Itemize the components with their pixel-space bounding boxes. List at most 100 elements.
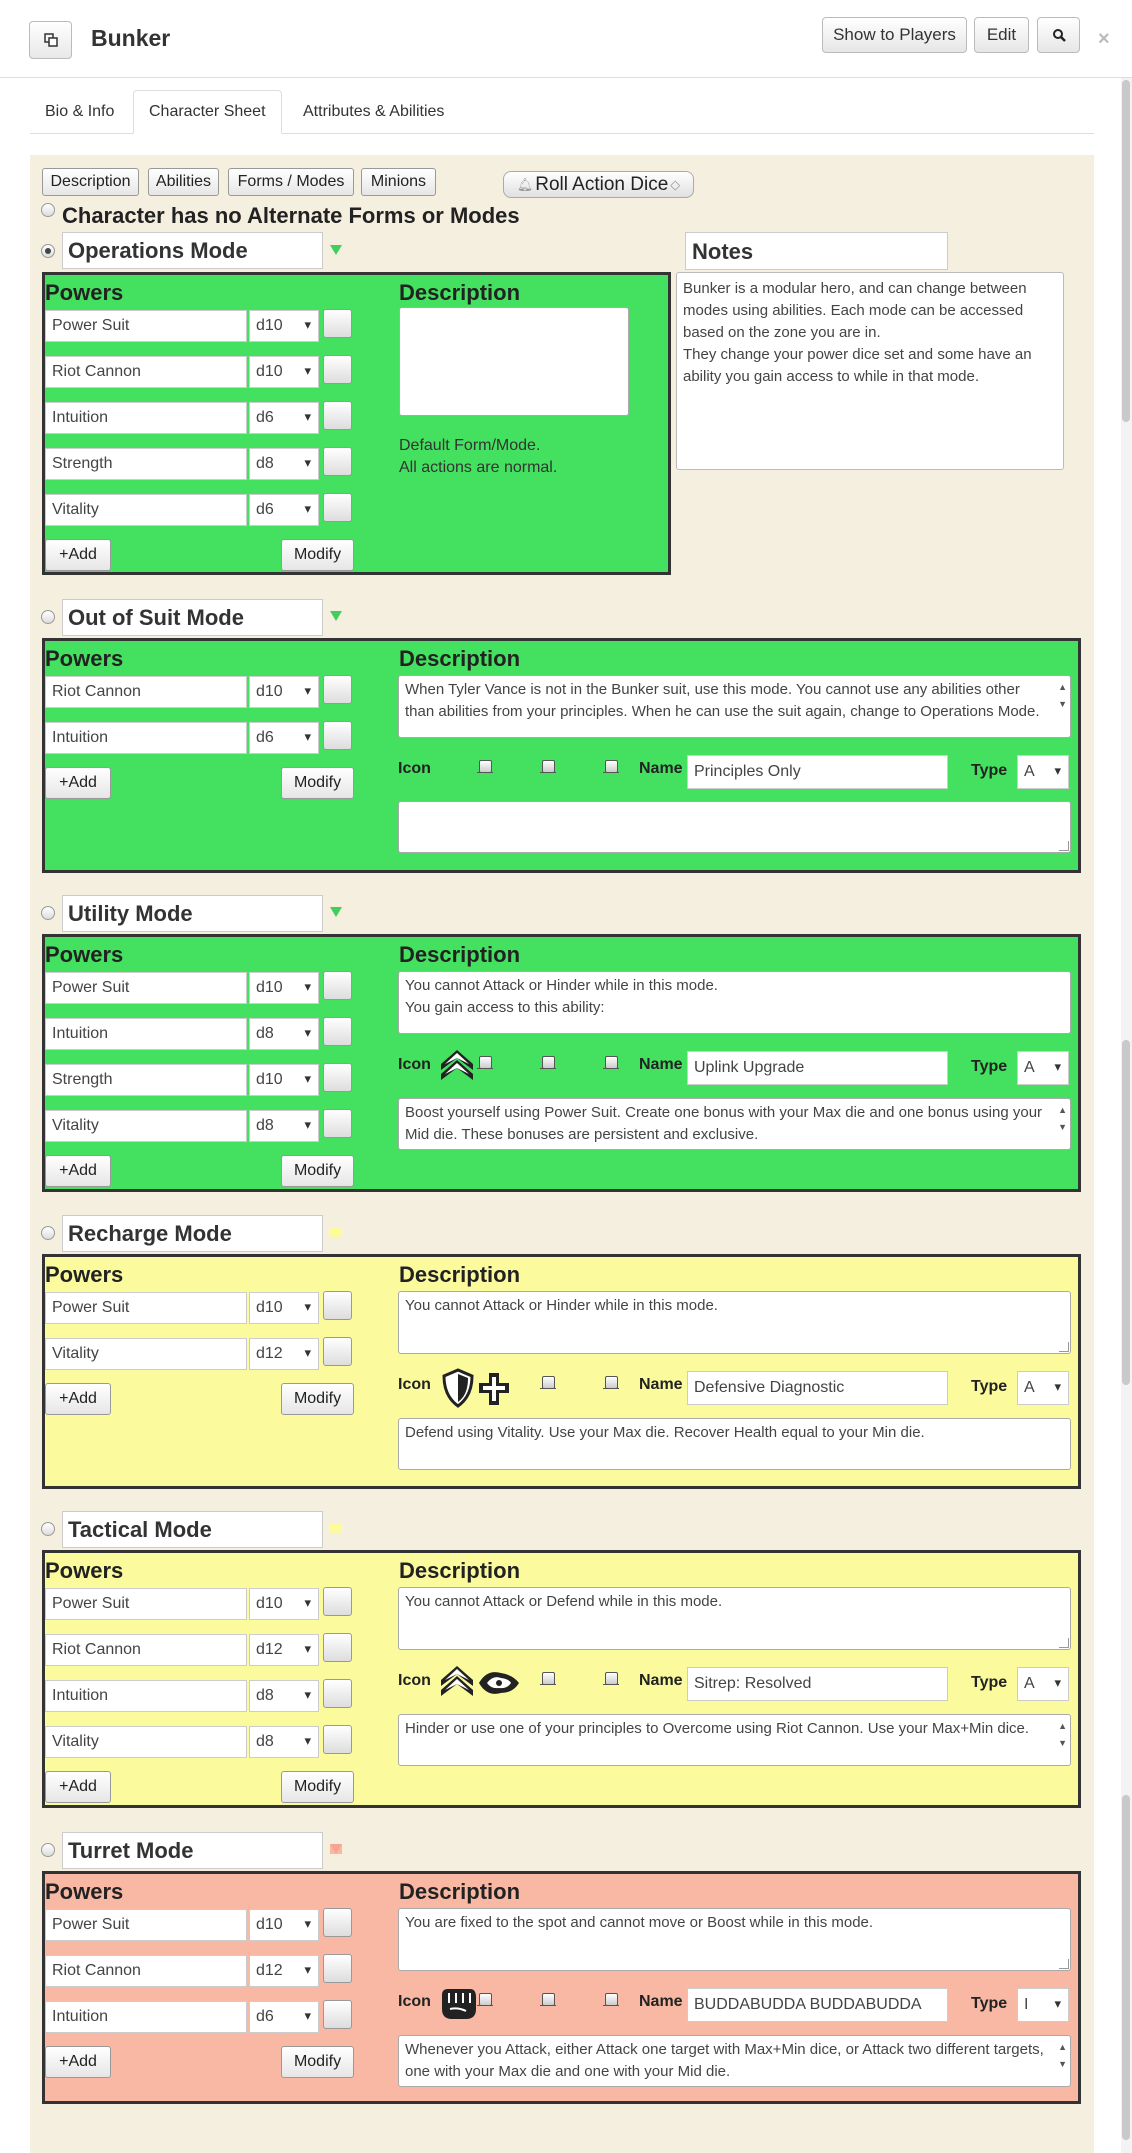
mode-color-tactical[interactable]	[330, 1523, 342, 1533]
ability-type-select[interactable]: I	[1017, 1988, 1069, 2022]
subnav-abilities[interactable]: Abilities	[148, 168, 219, 196]
scrollbar-thumb[interactable]	[1122, 1040, 1130, 1385]
mode-radio-recharge[interactable]	[41, 1226, 55, 1240]
power-die-select[interactable]: d8	[249, 1726, 319, 1758]
power-die-select[interactable]: d6	[249, 722, 319, 754]
power-name-field[interactable]: Vitality	[45, 1110, 247, 1142]
power-checkbox[interactable]	[323, 1017, 352, 1046]
ability-type-select[interactable]: A	[1017, 1667, 1069, 1701]
modify-button[interactable]: Modify	[281, 1155, 354, 1187]
power-name-field[interactable]: Riot Cannon	[45, 356, 247, 388]
search-button[interactable]	[1037, 17, 1080, 53]
mode-description-textarea[interactable]: You cannot Attack or Hinder while in thi…	[398, 971, 1071, 1034]
power-name-field[interactable]: Power Suit	[45, 1292, 247, 1324]
power-checkbox[interactable]	[323, 1063, 352, 1092]
power-name-field[interactable]: Riot Cannon	[45, 1955, 247, 1987]
add-power-button[interactable]: +Add	[45, 1771, 111, 1803]
close-button[interactable]: ×	[1098, 28, 1110, 51]
subnav-description[interactable]: Description	[42, 168, 139, 196]
mode-name-utility[interactable]: Utility Mode	[62, 895, 323, 932]
icon-slot-checkbox[interactable]	[603, 1376, 619, 1389]
mode-description-textarea[interactable]: You are fixed to the spot and cannot mov…	[398, 1908, 1071, 1971]
power-checkbox[interactable]	[323, 493, 352, 522]
power-name-field[interactable]: Intuition	[45, 402, 247, 434]
ability-type-select[interactable]: A	[1017, 1051, 1069, 1085]
mode-description-textarea[interactable]: You cannot Attack or Defend while in thi…	[398, 1587, 1071, 1650]
icon-slot-checkbox[interactable]	[603, 1672, 619, 1685]
mode-description-textarea[interactable]	[399, 307, 629, 416]
power-checkbox[interactable]	[323, 971, 352, 1000]
power-die-select[interactable]: d6	[249, 494, 319, 526]
power-checkbox[interactable]	[323, 1587, 352, 1616]
mode-color-utility[interactable]	[330, 907, 342, 917]
power-name-field[interactable]: Power Suit	[45, 1909, 247, 1941]
power-die-select[interactable]: d10	[249, 972, 319, 1004]
notes-textarea[interactable]: Bunker is a modular hero, and can change…	[676, 272, 1064, 470]
ability-type-select[interactable]: A	[1017, 1371, 1069, 1405]
scrollbar-thumb[interactable]	[1122, 80, 1130, 422]
power-name-field[interactable]: Intuition	[45, 2001, 247, 2033]
ability-name-input[interactable]: Uplink Upgrade	[687, 1051, 948, 1085]
subnav-minions[interactable]: Minions	[361, 168, 436, 196]
modify-button[interactable]: Modify	[281, 767, 354, 799]
icon-slot-checkbox[interactable]	[477, 1056, 493, 1069]
power-die-select[interactable]: d12	[249, 1634, 319, 1666]
scrollbar-thumb[interactable]	[1122, 1795, 1130, 2140]
power-die-select[interactable]: d8	[249, 1680, 319, 1712]
subnav-forms-modes[interactable]: Forms / Modes	[228, 168, 354, 196]
power-die-select[interactable]: d6	[249, 2001, 319, 2033]
mode-name-operations[interactable]: Operations Mode	[62, 232, 323, 269]
icon-slot-checkbox[interactable]	[477, 760, 493, 773]
power-die-select[interactable]: d12	[249, 1338, 319, 1370]
no-alt-forms-radio[interactable]	[41, 203, 55, 217]
power-checkbox[interactable]	[323, 447, 352, 476]
modify-button[interactable]: Modify	[281, 1383, 354, 1415]
icon-slot-checkbox[interactable]	[540, 760, 556, 773]
mode-radio-utility[interactable]	[41, 906, 55, 920]
power-name-field[interactable]: Strength	[45, 448, 247, 480]
mode-color-operations[interactable]	[330, 245, 342, 255]
add-power-button[interactable]: +Add	[45, 2046, 111, 2078]
icon-slot-checkbox[interactable]	[603, 760, 619, 773]
power-checkbox[interactable]	[323, 721, 352, 750]
power-checkbox[interactable]	[323, 1908, 352, 1937]
mode-color-recharge[interactable]	[330, 1227, 342, 1237]
power-checkbox[interactable]	[323, 355, 352, 384]
power-die-select[interactable]: d6	[249, 402, 319, 434]
modify-button[interactable]: Modify	[281, 2046, 354, 2078]
modify-button[interactable]: Modify	[281, 539, 354, 571]
power-name-field[interactable]: Vitality	[45, 1726, 247, 1758]
ability-text-textarea[interactable]	[398, 801, 1071, 853]
mode-radio-out-of-suit[interactable]	[41, 610, 55, 624]
ability-name-input[interactable]: Sitrep: Resolved	[687, 1667, 948, 1701]
power-name-field[interactable]: Strength	[45, 1064, 247, 1096]
power-die-select[interactable]: d10	[249, 310, 319, 342]
icon-slot-checkbox[interactable]	[540, 1993, 556, 2006]
show-to-players-button[interactable]: Show to Players	[822, 17, 967, 53]
power-name-field[interactable]: Intuition	[45, 1680, 247, 1712]
ability-name-input[interactable]: Defensive Diagnostic	[687, 1371, 948, 1405]
tab-bio-info[interactable]: Bio & Info	[30, 90, 129, 134]
add-power-button[interactable]: +Add	[45, 1155, 111, 1187]
power-checkbox[interactable]	[323, 2000, 352, 2029]
power-checkbox[interactable]	[323, 1679, 352, 1708]
power-checkbox[interactable]	[323, 675, 352, 704]
mode-name-tactical[interactable]: Tactical Mode	[62, 1511, 323, 1548]
icon-slot-checkbox[interactable]	[540, 1672, 556, 1685]
add-power-button[interactable]: +Add	[45, 767, 111, 799]
ability-type-select[interactable]: A	[1017, 755, 1069, 789]
mode-radio-operations[interactable]	[41, 244, 55, 258]
power-checkbox[interactable]	[323, 309, 352, 338]
mode-name-recharge[interactable]: Recharge Mode	[62, 1215, 323, 1252]
tab-attributes-abilities[interactable]: Attributes & Abilities	[288, 90, 459, 134]
power-die-select[interactable]: d8	[249, 448, 319, 480]
power-checkbox[interactable]	[323, 1291, 352, 1320]
icon-slot-checkbox[interactable]	[603, 1993, 619, 2006]
power-die-select[interactable]: d10	[249, 356, 319, 388]
ability-text-textarea[interactable]: Hinder or use one of your principles to …	[398, 1714, 1071, 1766]
ability-text-textarea[interactable]: Defend using Vitality. Use your Max die.…	[398, 1418, 1071, 1470]
mode-name-turret[interactable]: Turret Mode	[62, 1832, 323, 1869]
power-name-field[interactable]: Intuition	[45, 1018, 247, 1050]
mode-description-textarea[interactable]: You cannot Attack or Hinder while in thi…	[398, 1291, 1071, 1354]
mode-color-out-of-suit[interactable]	[330, 611, 342, 621]
